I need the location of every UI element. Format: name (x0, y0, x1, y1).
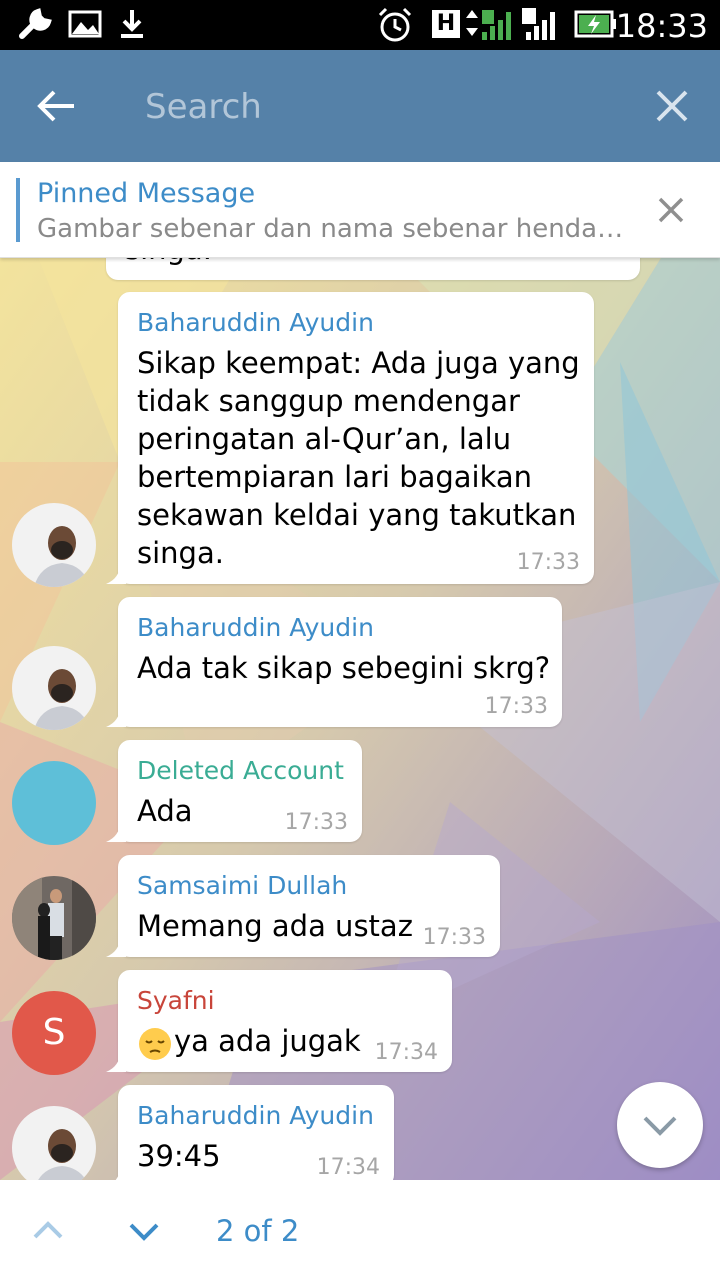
avatar-baharuddin[interactable] (12, 1106, 96, 1180)
sender-name[interactable]: Syafni (137, 986, 215, 1015)
clock: 18:33 (615, 7, 708, 45)
message-time: 17:33 (516, 550, 580, 575)
avatar-baharuddin[interactable] (12, 503, 96, 587)
back-arrow-icon[interactable] (34, 84, 78, 128)
message-text: ya ada jugak (174, 1024, 361, 1058)
status-bar: H 18:33 (0, 0, 720, 50)
search-header (0, 50, 720, 162)
alarm-icon (378, 7, 412, 42)
pensive-face-emoji-icon (139, 1028, 171, 1060)
avatar-deleted-account[interactable] (12, 761, 96, 845)
avatar-samsaimi[interactable] (12, 876, 96, 960)
signal-sim2-icon (522, 8, 555, 40)
message-time: 17:33 (484, 694, 548, 719)
avatar-syafni[interactable]: S (12, 991, 96, 1075)
person-photo-icon (12, 646, 96, 730)
chat-area[interactable]: singa. 17:32 Baharuddin Ayudin Sikap kee… (0, 162, 720, 1180)
sender-name[interactable]: Baharuddin Ayudin (137, 308, 374, 337)
message-text: Ada tak sikap sebegini skrg? (137, 651, 551, 685)
search-result-counter: 2 of 2 (216, 1214, 300, 1248)
message-bubble[interactable]: Baharuddin Ayudin Sikap keempat: Ada jug… (106, 292, 594, 584)
message-time: 17:34 (316, 1155, 380, 1180)
search-navigation-bar: 2 of 2 (0, 1180, 720, 1280)
signal-sim1-icon (466, 10, 511, 40)
gallery-icon (68, 10, 102, 38)
pinned-text: Gambar sebenar dan nama sebenar hendakl.… (37, 214, 627, 244)
message-bubble[interactable]: Baharuddin Ayudin Ada tak sikap sebegini… (106, 597, 562, 727)
avatar-baharuddin[interactable] (12, 646, 96, 730)
sender-name[interactable]: Baharuddin Ayudin (137, 1101, 374, 1130)
message-time: 17:34 (374, 1040, 438, 1065)
sender-name[interactable]: Baharuddin Ayudin (137, 613, 374, 642)
message-text: Ada (137, 794, 193, 828)
pinned-title: Pinned Message (37, 178, 256, 209)
message-bubble[interactable]: Syafni ya ada jugak 17:34 (106, 970, 452, 1072)
search-input[interactable] (145, 84, 625, 130)
message-bubble[interactable]: Samsaimi Dullah Memang ada ustaz 17:33 (106, 855, 500, 957)
person-photo-icon (12, 1106, 96, 1180)
close-icon[interactable] (652, 84, 692, 128)
sender-name[interactable]: Deleted Account (137, 756, 344, 785)
message-text: 39:45 (137, 1139, 221, 1173)
message-text: Memang ada ustaz (137, 909, 413, 943)
person-photo-icon (12, 503, 96, 587)
close-pinned-icon[interactable] (655, 194, 687, 226)
message-text: Sikap keempat: Ada juga yang tidak sangg… (137, 346, 580, 570)
message-time: 17:33 (284, 810, 348, 835)
message-time: 17:33 (422, 925, 486, 950)
message-bubble[interactable]: Deleted Account Ada 17:33 (106, 740, 362, 842)
chevron-down-icon (643, 1116, 677, 1136)
pinned-indicator (16, 178, 20, 242)
pinned-message-bar[interactable]: Pinned Message Gambar sebenar dan nama s… (0, 162, 720, 258)
chevron-down-icon[interactable] (128, 1215, 160, 1247)
sender-name[interactable]: Samsaimi Dullah (137, 871, 347, 900)
scroll-down-button[interactable] (617, 1082, 703, 1168)
download-icon (121, 10, 143, 38)
battery-charging-icon (574, 10, 616, 38)
chevron-up-icon[interactable] (32, 1215, 64, 1247)
network-type-badge: H (432, 10, 460, 38)
person-photo-icon (12, 876, 96, 960)
wrench-icon (19, 8, 52, 39)
message-bubble[interactable]: Baharuddin Ayudin 39:45 17:34 (115, 1085, 394, 1180)
